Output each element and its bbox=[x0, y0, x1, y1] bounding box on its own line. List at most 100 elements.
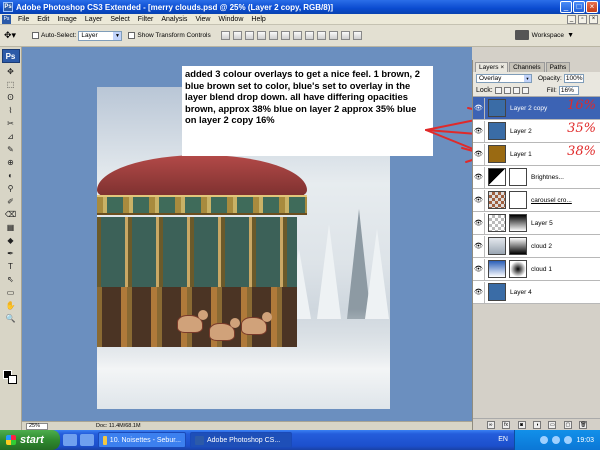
blur-tool-icon[interactable]: ▦ bbox=[3, 222, 19, 234]
eye-icon[interactable]: 👁 bbox=[473, 166, 485, 188]
magic-wand-tool-icon[interactable]: ⌇ bbox=[3, 105, 19, 117]
fx-icon[interactable]: fx bbox=[502, 420, 511, 429]
layer-row[interactable]: 👁 cloud 2 bbox=[473, 235, 600, 258]
link-icon[interactable]: ∞ bbox=[486, 420, 495, 429]
eye-icon[interactable]: 👁 bbox=[473, 120, 485, 142]
start-button[interactable]: start bbox=[0, 430, 60, 450]
distribute-top-icon[interactable] bbox=[292, 31, 302, 40]
zoom-level-field[interactable]: 25% bbox=[26, 422, 48, 430]
slice-tool-icon[interactable]: ⊿ bbox=[3, 131, 19, 143]
eraser-tool-icon[interactable]: ✐ bbox=[3, 196, 19, 208]
tab-paths[interactable]: Paths bbox=[545, 62, 571, 72]
background-color-swatch[interactable] bbox=[8, 375, 17, 384]
lasso-tool-icon[interactable]: ʘ bbox=[3, 92, 19, 104]
adjustment-icon[interactable]: ◑ bbox=[532, 420, 541, 429]
healing-brush-tool-icon[interactable]: ✎ bbox=[3, 144, 19, 156]
fill-input[interactable]: 16% bbox=[558, 86, 579, 95]
blend-mode-dropdown[interactable]: Overlay ▼ bbox=[476, 74, 532, 83]
show-transform-checkbox[interactable] bbox=[128, 32, 136, 39]
tab-channels[interactable]: Channels bbox=[509, 62, 545, 72]
layer-row[interactable]: 👁 Layer 2 copy 16% bbox=[473, 97, 600, 120]
clone-stamp-tool-icon[interactable]: ◐ bbox=[3, 170, 19, 182]
workspace-switcher[interactable]: Workspace ▼ bbox=[514, 30, 574, 40]
eye-icon[interactable]: 👁 bbox=[473, 212, 485, 234]
auto-select-dropdown[interactable]: Layer ▼ bbox=[78, 30, 123, 41]
menu-analysis[interactable]: Analysis bbox=[157, 16, 191, 23]
menu-select[interactable]: Select bbox=[106, 16, 133, 23]
tab-layers[interactable]: Layers × bbox=[475, 62, 509, 72]
marquee-tool-icon[interactable]: ⬚ bbox=[3, 79, 19, 91]
align-bottom-icon[interactable] bbox=[244, 31, 254, 40]
eye-icon[interactable]: 👁 bbox=[473, 258, 485, 280]
brush-tool-icon[interactable]: ⊕ bbox=[3, 157, 19, 169]
taskbar-item-music[interactable]: 10. Noisettes - Sebur... bbox=[98, 432, 186, 448]
menu-help[interactable]: Help bbox=[247, 16, 269, 23]
pen-tool-icon[interactable]: ✒ bbox=[3, 248, 19, 260]
doc-minimize-button[interactable]: _ bbox=[567, 15, 576, 24]
distribute-left-icon[interactable] bbox=[328, 31, 338, 40]
eye-icon[interactable]: 👁 bbox=[473, 281, 485, 303]
volume-icon[interactable] bbox=[564, 436, 573, 444]
align-right-icon[interactable] bbox=[280, 31, 290, 40]
zoom-tool-icon[interactable]: 🔍 bbox=[3, 313, 19, 325]
move-tool-icon[interactable]: ✥ bbox=[3, 66, 19, 78]
layer-row[interactable]: 👁 cloud 1 bbox=[473, 258, 600, 281]
tray-icon[interactable] bbox=[540, 436, 549, 444]
lock-all-icon[interactable] bbox=[521, 87, 529, 94]
path-selection-tool-icon[interactable]: ⇖ bbox=[3, 274, 19, 286]
menu-layer[interactable]: Layer bbox=[81, 16, 107, 23]
shape-tool-icon[interactable]: ▭ bbox=[3, 287, 19, 299]
menu-window[interactable]: Window bbox=[214, 16, 247, 23]
hand-tool-icon[interactable]: ✋ bbox=[3, 300, 19, 312]
distribute-vcenter-icon[interactable] bbox=[304, 31, 314, 40]
quick-launch-icon[interactable] bbox=[80, 434, 94, 446]
eye-icon[interactable]: 👁 bbox=[473, 189, 485, 211]
trash-icon[interactable]: 🗑 bbox=[579, 420, 588, 429]
tray-icon[interactable] bbox=[552, 436, 561, 444]
layer-row[interactable]: 👁 Brightnes... bbox=[473, 166, 600, 189]
align-left-icon[interactable] bbox=[256, 31, 266, 40]
lock-transparency-icon[interactable] bbox=[494, 87, 502, 94]
gradient-tool-icon[interactable]: ⌫ bbox=[3, 209, 19, 221]
align-top-icon[interactable] bbox=[220, 31, 230, 40]
distribute-bottom-icon[interactable] bbox=[316, 31, 326, 40]
dodge-tool-icon[interactable]: ◆ bbox=[3, 235, 19, 247]
layer-row[interactable]: 👁 Layer 5 bbox=[473, 212, 600, 235]
move-tool-preset-icon[interactable]: ✥▾ bbox=[4, 29, 26, 43]
crop-tool-icon[interactable]: ✂ bbox=[3, 118, 19, 130]
quick-launch-icon[interactable] bbox=[63, 434, 77, 446]
menu-edit[interactable]: Edit bbox=[33, 16, 53, 23]
new-layer-icon[interactable]: ▢ bbox=[563, 420, 572, 429]
folder-icon[interactable]: ▭ bbox=[548, 420, 557, 429]
menu-file[interactable]: File bbox=[14, 16, 33, 23]
doc-restore-button[interactable]: ▫ bbox=[578, 15, 587, 24]
opacity-input[interactable]: 100% bbox=[563, 74, 584, 83]
lock-pixels-icon[interactable] bbox=[503, 87, 511, 94]
auto-select-checkbox[interactable] bbox=[32, 32, 39, 39]
mask-icon[interactable]: ◙ bbox=[517, 420, 526, 429]
minimize-button[interactable]: _ bbox=[560, 1, 572, 13]
layer-row[interactable]: 👁 Layer 2 35% bbox=[473, 120, 600, 143]
eye-icon[interactable]: 👁 bbox=[473, 143, 485, 165]
menu-filter[interactable]: Filter bbox=[134, 16, 158, 23]
doc-close-button[interactable]: × bbox=[589, 15, 598, 24]
history-brush-tool-icon[interactable]: ⚲ bbox=[3, 183, 19, 195]
language-indicator[interactable]: EN bbox=[498, 436, 508, 443]
taskbar-item-photoshop[interactable]: Adobe Photoshop CS... bbox=[190, 432, 292, 448]
distribute-hcenter-icon[interactable] bbox=[340, 31, 350, 40]
align-vcenter-icon[interactable] bbox=[232, 31, 242, 40]
menu-image[interactable]: Image bbox=[53, 16, 80, 23]
eye-icon[interactable]: 👁 bbox=[473, 235, 485, 257]
ps-logo-icon[interactable]: Ps bbox=[1, 49, 20, 63]
lock-position-icon[interactable] bbox=[512, 87, 520, 94]
ps-menu-icon[interactable]: Ps bbox=[2, 14, 11, 24]
type-tool-icon[interactable]: T bbox=[3, 261, 19, 273]
eye-icon[interactable]: 👁 bbox=[473, 97, 485, 119]
distribute-right-icon[interactable] bbox=[352, 31, 362, 40]
layer-row[interactable]: 👁 Layer 4 bbox=[473, 281, 600, 304]
document-size-info[interactable]: Doc: 11.4M/68.1M bbox=[96, 423, 141, 429]
align-hcenter-icon[interactable] bbox=[268, 31, 278, 40]
layer-row[interactable]: 👁 Layer 1 38% bbox=[473, 143, 600, 166]
maximize-button[interactable]: □ bbox=[573, 1, 585, 13]
layer-row[interactable]: 👁 carousel cro... bbox=[473, 189, 600, 212]
